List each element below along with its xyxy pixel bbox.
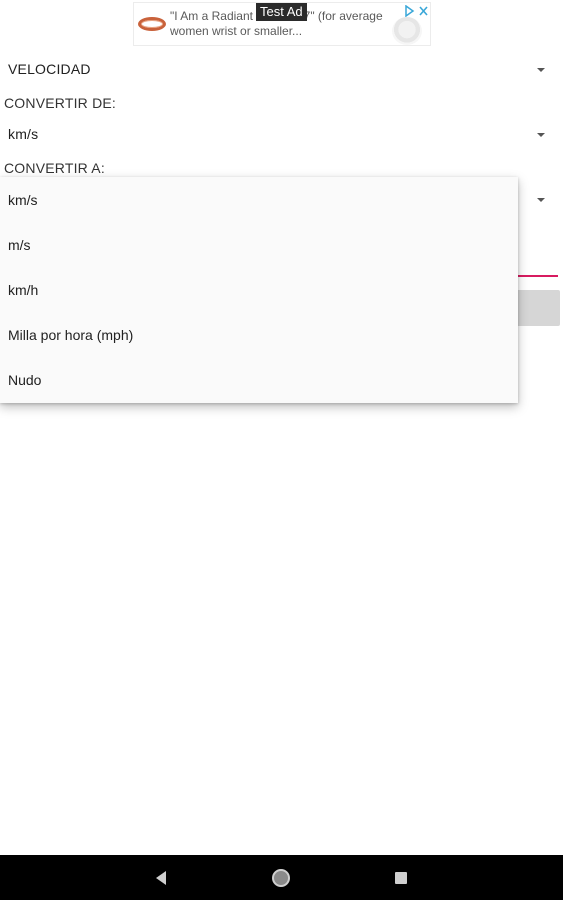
dropdown-item-km-s[interactable]: km/s: [0, 177, 518, 222]
convert-from-label: CONVERTIR DE:: [4, 95, 117, 111]
advertiser-logo: [392, 17, 422, 45]
back-icon[interactable]: [156, 871, 166, 885]
test-ad-badge: Test Ad: [256, 3, 307, 21]
category-spinner[interactable]: VELOCIDAD: [0, 53, 563, 87]
dropdown-item-km-h[interactable]: km/h: [0, 267, 518, 312]
dropdown-arrow-icon: [537, 198, 545, 202]
convert-to-label: CONVERTIR A:: [4, 160, 105, 176]
home-icon[interactable]: [272, 869, 290, 887]
category-value: VELOCIDAD: [8, 61, 91, 77]
dropdown-item-nudo[interactable]: Nudo: [0, 357, 518, 402]
bracelet-image: [138, 17, 166, 31]
dropdown-item-m-s[interactable]: m/s: [0, 222, 518, 267]
ad-banner[interactable]: "I Am a Radiant Bracelet 7" (for average…: [133, 2, 431, 46]
ad-choices-icon[interactable]: [404, 5, 430, 17]
recent-apps-icon[interactable]: [395, 872, 407, 884]
dropdown-arrow-icon: [537, 133, 545, 137]
dropdown-arrow-icon: [537, 68, 545, 72]
dropdown-item-mph[interactable]: Milla por hora (mph): [0, 312, 518, 357]
screen: "I Am a Radiant Bracelet 7" (for average…: [0, 0, 563, 900]
convert-from-value: km/s: [8, 126, 39, 142]
navigation-bar: [0, 855, 563, 900]
convert-from-spinner[interactable]: km/s: [0, 118, 563, 152]
unit-dropdown-menu: km/s m/s km/h Milla por hora (mph) Nudo: [0, 177, 518, 403]
